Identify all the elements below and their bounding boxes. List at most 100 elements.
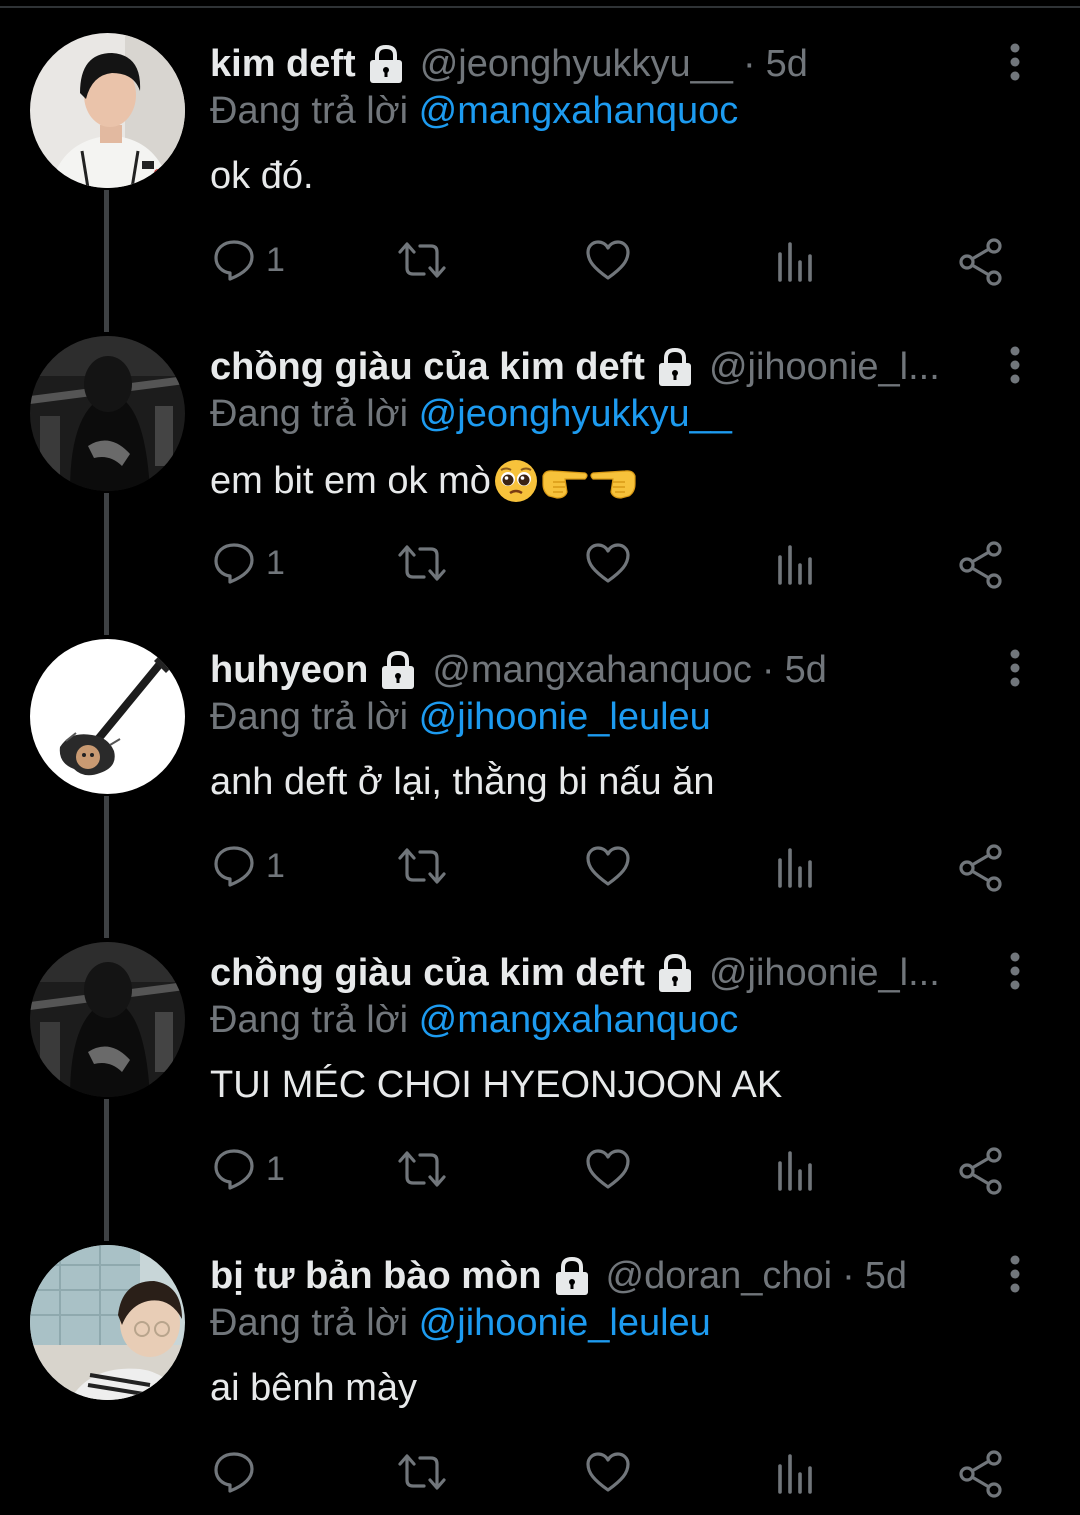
more-vertical-icon[interactable]	[1002, 42, 1028, 82]
replying-to-link[interactable]: @mangxahanquoc	[419, 90, 739, 132]
retweet-button[interactable]	[396, 844, 448, 888]
pleading-face-emoji	[494, 460, 537, 502]
reply-button[interactable]	[212, 1450, 266, 1494]
more-vertical-icon[interactable]	[1002, 1254, 1028, 1294]
tweet-actions: 1	[212, 844, 1012, 894]
reply-bubble-icon	[214, 543, 254, 584]
reply-button[interactable]: 1	[212, 238, 285, 282]
display-name[interactable]: chồng giàu của kim deft	[210, 346, 645, 389]
tweet-text: em bit em ok mò	[210, 458, 639, 504]
timestamp[interactable]: 5d	[785, 649, 827, 692]
views-chart-icon	[778, 1454, 812, 1494]
like-button[interactable]	[584, 541, 632, 585]
more-vertical-icon[interactable]	[1002, 345, 1028, 385]
like-button[interactable]	[584, 1147, 632, 1191]
user-handle[interactable]: @jeonghyukkyu__	[420, 43, 733, 86]
timestamp[interactable]: 5d	[865, 1255, 907, 1298]
lock-icon	[555, 1256, 588, 1295]
tweet-text: ok đó.	[210, 155, 314, 198]
display-name[interactable]: huhyeon	[210, 649, 368, 692]
replying-to-link[interactable]: @jihoonie_leuleu	[419, 696, 711, 738]
views-button[interactable]	[774, 1450, 818, 1494]
like-button[interactable]	[584, 238, 632, 282]
display-name[interactable]: kim deft	[210, 43, 356, 86]
share-button[interactable]	[958, 541, 1006, 589]
tweet-header: chồng giàu của kim deft @jihoonie_l...	[210, 339, 980, 395]
reply-count: 1	[266, 846, 285, 885]
tweet[interactable]: chồng giàu của kim deft @jihoonie_l... Đ…	[0, 303, 1080, 606]
avatar[interactable]	[30, 336, 185, 491]
views-chart-icon	[778, 848, 812, 888]
display-name[interactable]: chồng giàu của kim deft	[210, 952, 645, 995]
replying-to: Đang trả lời @mangxahanquoc	[210, 90, 738, 133]
tweet[interactable]: bị tư bản bào mòn @doran_choi · 5d Đang …	[0, 1212, 1080, 1515]
heart-icon	[586, 846, 630, 886]
replying-to-label: Đang trả lời	[210, 393, 409, 435]
user-handle[interactable]: @jihoonie_l...	[709, 346, 940, 389]
retweet-button[interactable]	[396, 541, 448, 585]
tweet-text-content: ok đó.	[210, 155, 314, 197]
tweet[interactable]: huhyeon @mangxahanquoc · 5d Đang trả lời…	[0, 606, 1080, 909]
avatar[interactable]	[30, 33, 185, 188]
backhand-pointing-left-emoji	[590, 470, 636, 499]
replying-to-label: Đang trả lời	[210, 90, 409, 132]
more-vertical-icon[interactable]	[1002, 951, 1028, 991]
reply-button[interactable]: 1	[212, 1147, 285, 1191]
share-button[interactable]	[958, 1147, 1006, 1195]
tweet-text-content: em bit em ok mò	[210, 459, 491, 502]
views-button[interactable]	[774, 238, 818, 282]
share-button[interactable]	[958, 1450, 1006, 1498]
replying-to-label: Đang trả lời	[210, 999, 409, 1041]
tweet-actions: 1	[212, 1147, 1012, 1197]
reply-button[interactable]: 1	[212, 844, 285, 888]
share-icon	[959, 1147, 1002, 1195]
retweet-icon	[398, 848, 446, 884]
share-icon	[959, 238, 1002, 286]
share-icon	[959, 541, 1002, 589]
retweet-button[interactable]	[396, 1450, 448, 1494]
avatar[interactable]	[30, 942, 185, 1097]
tweet[interactable]: chồng giàu của kim deft @jihoonie_l... Đ…	[0, 909, 1080, 1212]
tweet-header: chồng giàu của kim deft @jihoonie_l...	[210, 945, 980, 1001]
tweet-header: huhyeon @mangxahanquoc · 5d	[210, 642, 980, 698]
views-button[interactable]	[774, 1147, 818, 1191]
retweet-button[interactable]	[396, 238, 448, 282]
views-button[interactable]	[774, 541, 818, 585]
tweet-text: ai bênh mày	[210, 1367, 417, 1410]
reply-button[interactable]: 1	[212, 541, 285, 585]
like-button[interactable]	[584, 844, 632, 888]
heart-icon	[586, 1149, 630, 1189]
tweet-header: kim deft @jeonghyukkyu__ · 5d	[210, 36, 980, 92]
user-handle[interactable]: @mangxahanquoc	[432, 649, 752, 692]
display-name[interactable]: bị tư bản bào mòn	[210, 1255, 542, 1298]
share-button[interactable]	[958, 238, 1006, 286]
views-button[interactable]	[774, 844, 818, 888]
retweet-button[interactable]	[396, 1147, 448, 1191]
reply-bubble-icon	[214, 846, 254, 887]
retweet-icon	[398, 1151, 446, 1187]
avatar[interactable]	[30, 639, 185, 794]
heart-icon	[586, 543, 630, 583]
reply-bubble-icon	[214, 1452, 254, 1493]
replying-to-link[interactable]: @jihoonie_leuleu	[419, 1302, 711, 1344]
heart-icon	[586, 240, 630, 280]
replying-to-label: Đang trả lời	[210, 1302, 409, 1344]
more-vertical-icon[interactable]	[1002, 648, 1028, 688]
replying-to: Đang trả lời @jeonghyukkyu__	[210, 393, 732, 436]
separator-dot: ·	[842, 1254, 855, 1297]
user-handle[interactable]: @jihoonie_l...	[709, 952, 940, 995]
tweet[interactable]: kim deft @jeonghyukkyu__ · 5d Đang trả l…	[0, 0, 1080, 303]
replying-to: Đang trả lời @jihoonie_leuleu	[210, 696, 711, 739]
share-button[interactable]	[958, 844, 1006, 892]
replying-to-link[interactable]: @mangxahanquoc	[419, 999, 739, 1041]
timestamp[interactable]: 5d	[766, 43, 808, 86]
tweet-text-content: TUI MÉC CHOI HYEONJOON AK	[210, 1064, 783, 1106]
tweet-text: anh deft ở lại, thằng bi nấu ăn	[210, 761, 715, 804]
replying-to: Đang trả lời @jihoonie_leuleu	[210, 1302, 711, 1345]
avatar[interactable]	[30, 1245, 185, 1400]
user-handle[interactable]: @doran_choi	[606, 1255, 833, 1298]
like-button[interactable]	[584, 1450, 632, 1494]
replying-to-link[interactable]: @jeonghyukkyu__	[419, 393, 732, 435]
reply-bubble-icon	[214, 240, 254, 281]
lock-icon	[382, 650, 415, 689]
